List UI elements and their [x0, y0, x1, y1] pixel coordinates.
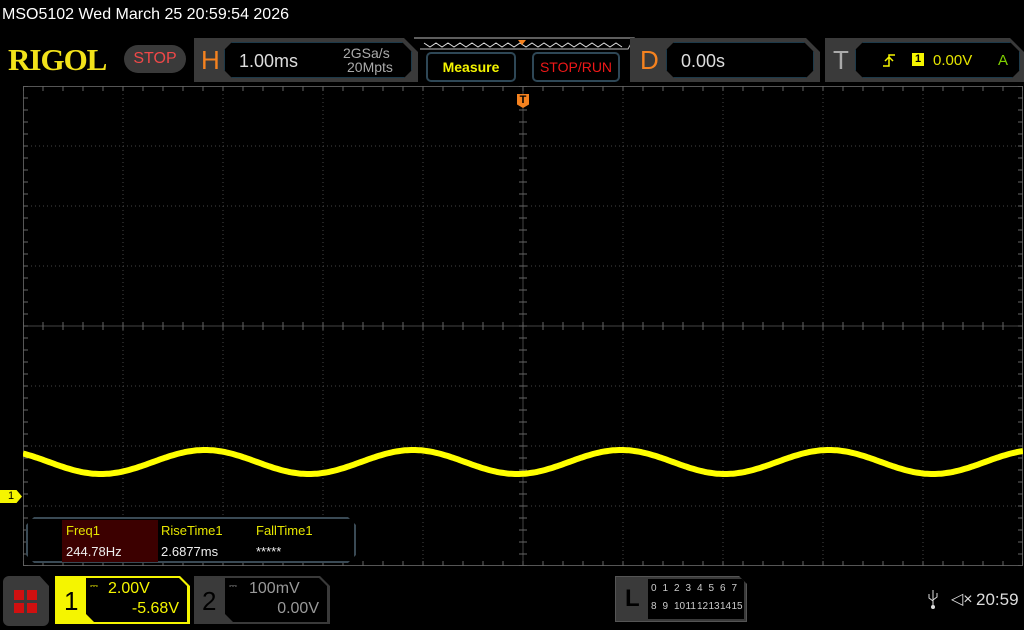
speaker-muted-icon[interactable]: ◁×	[951, 589, 973, 609]
ch2-number: 2	[202, 586, 217, 616]
logic-channel-3: 3	[685, 583, 692, 594]
trigger-level: 0.00V	[933, 52, 973, 69]
grid-menu-icon	[14, 590, 37, 613]
ch2-scale: 100mV	[249, 580, 300, 597]
measure-label-falltime: FallTime1	[256, 523, 313, 538]
logic-channel-7: 7	[731, 583, 738, 594]
logic-channel-11: 11	[685, 601, 696, 612]
measure-label-risetime: RiseTime1	[161, 523, 223, 538]
logic-channel-14: 14	[720, 601, 732, 612]
measure-button[interactable]: Measure	[426, 52, 516, 82]
usb-icon	[928, 590, 938, 609]
logic-channel-15: 15	[731, 601, 743, 612]
trigger-source-badge: 1	[912, 53, 924, 66]
logic-panel[interactable]: L 0 1 2 3 4 5 6 7 8 9 10 11 12 13 14 15	[615, 576, 747, 622]
logic-channel-6: 6	[720, 583, 726, 594]
trigger-position-marker	[518, 40, 526, 45]
logic-channel-2: 2	[674, 583, 680, 594]
ch1-panel[interactable]: 1 ⎓ 2.00V -5.68V	[55, 576, 190, 624]
logic-channel-4: 4	[697, 583, 703, 594]
logic-channel-5: 5	[708, 583, 715, 594]
window-title: MSO5102 Wed March 25 20:59:54 2026	[2, 6, 289, 23]
stop-run-button[interactable]: STOP/RUN	[532, 52, 620, 82]
memory-overview-bar	[414, 37, 635, 50]
measure-value-falltime: *****	[256, 544, 282, 559]
trigger-mode: A	[998, 52, 1009, 69]
ch1-scale: 2.00V	[108, 580, 150, 597]
horizontal-label: H	[201, 45, 220, 75]
trigger-panel[interactable]: T 1 0.00V A	[825, 38, 1024, 82]
logic-channel-9: 9	[662, 601, 669, 612]
memory-depth: 20Mpts	[347, 59, 393, 75]
logic-channel-13: 13	[708, 601, 720, 612]
rigol-logo: RIGOL	[8, 42, 107, 77]
measure-value-risetime: 2.6877ms	[161, 544, 219, 559]
delay-value: 0.00s	[681, 51, 726, 71]
logic-channel-1: 1	[662, 583, 669, 594]
delay-panel[interactable]: D 0.00s	[630, 38, 820, 82]
timebase-value: 1.00ms	[239, 51, 299, 71]
logic-channel-12: 12	[697, 601, 709, 612]
logic-channel-0: 0	[651, 583, 657, 594]
run-state-badge[interactable]: STOP	[124, 45, 186, 73]
clock: 20:59	[976, 590, 1019, 609]
ch2-panel[interactable]: 2 ⎓ 100mV 0.00V	[194, 576, 330, 624]
ch1-number: 1	[64, 586, 79, 616]
horizontal-panel[interactable]: H 1.00ms 2GSa/s 20Mpts	[194, 38, 418, 82]
ch2-offset: 0.00V	[277, 600, 319, 617]
dc-coupling-icon: ⎓	[90, 581, 98, 592]
measure-label-freq: Freq1	[66, 523, 100, 538]
app-menu-button[interactable]	[3, 576, 49, 626]
measurement-panel[interactable]: Freq1 244.78Hz RiseTime1 2.6877ms FallTi…	[26, 517, 356, 563]
ch1-offset-marker[interactable]: 1	[0, 490, 22, 503]
trigger-label: T	[833, 45, 849, 75]
dc-coupling-icon: ⎓	[229, 581, 237, 592]
waveform-grid[interactable]	[23, 86, 1023, 566]
logic-channel-8: 8	[651, 601, 657, 612]
measure-value-freq: 244.78Hz	[66, 544, 122, 559]
logic-channel-10: 10	[674, 601, 686, 612]
ch1-offset: -5.68V	[131, 600, 179, 617]
logic-label: L	[625, 585, 640, 612]
delay-label: D	[640, 45, 659, 75]
rising-edge-icon	[882, 53, 896, 67]
